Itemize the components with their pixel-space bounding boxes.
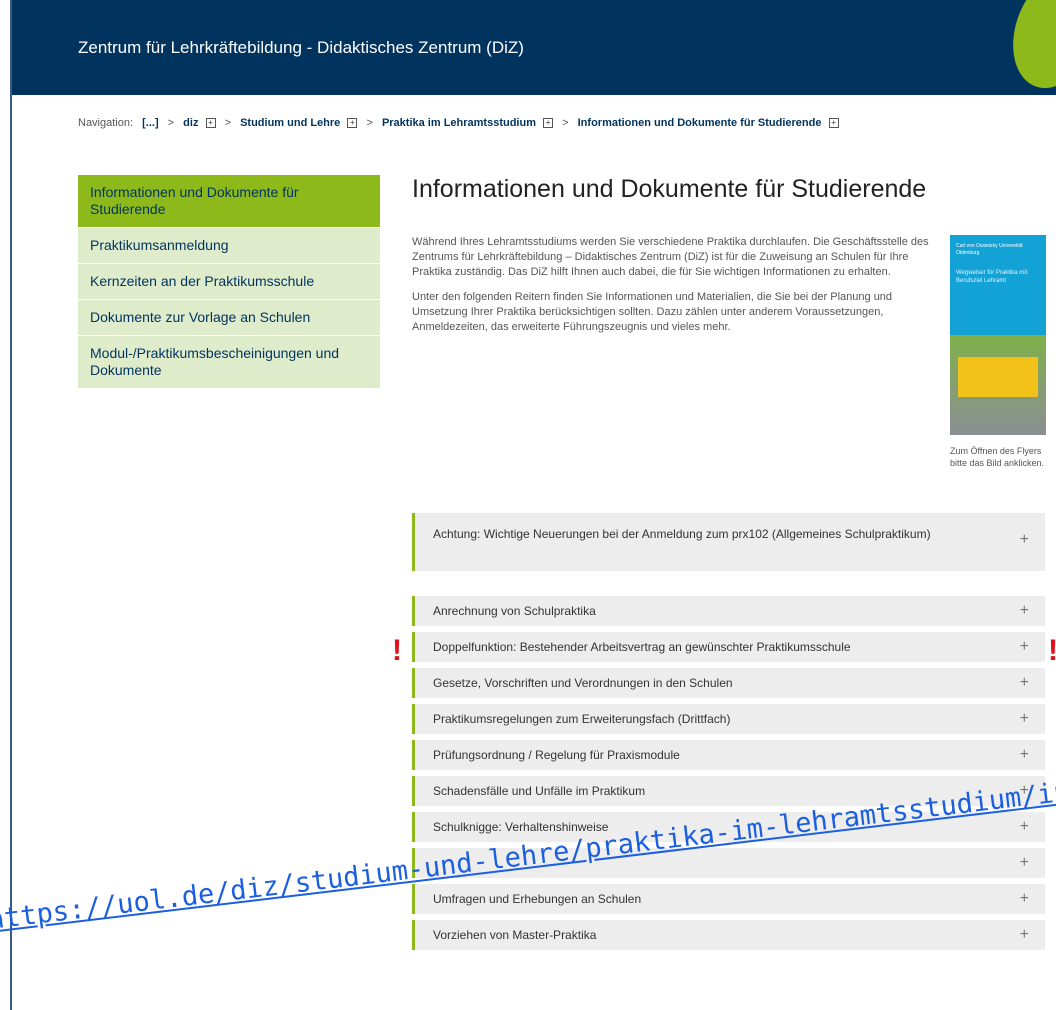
flyer-image[interactable]: Carl von Ossietzky Universität Oldenburg…	[950, 235, 1046, 435]
accordion-label: Gesetze, Vorschriften und Verordnungen i…	[433, 676, 733, 690]
sidebar-item-praktikumsanmeldung[interactable]: Praktikumsanmeldung	[78, 228, 380, 264]
flyer-sign-graphic	[958, 357, 1038, 397]
plus-icon[interactable]: +	[1020, 818, 1029, 836]
accordion-label: Doppelfunktion: Bestehender Arbeitsvertr…	[433, 640, 851, 654]
accordion-notice: Achtung: Wichtige Neuerungen bei der Anm…	[412, 513, 1045, 577]
plus-icon[interactable]: +	[1020, 602, 1029, 620]
accordion-item-erweiterungsfach[interactable]: Praktikumsregelungen zum Erweiterungsfac…	[412, 704, 1045, 734]
page-title: Informationen und Dokumente für Studiere…	[412, 175, 927, 203]
breadcrumb-item-current[interactable]: Informationen und Dokumente für Studiere…	[578, 117, 822, 129]
logo-accent-shape	[997, 0, 1056, 101]
sidebar-item-kernzeiten[interactable]: Kernzeiten an der Praktikumsschule	[78, 264, 380, 300]
accordion-label: Schulknigge: Verhaltenshinweise	[433, 820, 609, 834]
exclamation-mark-right: !	[1048, 634, 1056, 668]
accordion-label: Praktikumsregelungen zum Erweiterungsfac…	[433, 712, 731, 726]
plus-icon[interactable]: +	[1020, 638, 1029, 656]
intro-paragraph-1: Während Ihres Lehramtsstudiums werden Si…	[412, 236, 929, 278]
accordion-item-master-praktika[interactable]: Vorziehen von Master-Praktika +	[412, 920, 1045, 950]
accordion-item-doppelfunktion[interactable]: Doppelfunktion: Bestehender Arbeitsvertr…	[412, 632, 1045, 662]
intro-paragraph-2: Unter den folgenden Reitern finden Sie I…	[412, 291, 893, 333]
plus-icon[interactable]: +	[1020, 926, 1029, 944]
breadcrumb-item-diz[interactable]: diz	[183, 117, 198, 129]
sidebar-item-informationen[interactable]: Informationen und Dokumente für Studiere…	[78, 175, 380, 228]
accordion-item-gesetze[interactable]: Gesetze, Vorschriften und Verordnungen i…	[412, 668, 1045, 698]
plus-icon[interactable]: +	[1020, 531, 1029, 549]
accordion-label: Vorziehen von Master-Praktika	[433, 928, 597, 942]
breadcrumb-separator: >	[224, 117, 232, 129]
plus-icon[interactable]: +	[1020, 746, 1029, 764]
breadcrumb-separator: >	[167, 117, 175, 129]
breadcrumb-label: Navigation:	[78, 117, 134, 129]
accordion-label: Schadensfälle und Unfälle im Praktikum	[433, 784, 646, 798]
breadcrumb-item-root[interactable]: [...]	[142, 117, 159, 129]
flyer-caption: Zum Öffnen des Flyers bitte das Bild ank…	[950, 446, 1045, 468]
plus-icon[interactable]: +	[1020, 890, 1029, 908]
site-header: Zentrum für Lehrkräftebildung - Didaktis…	[12, 0, 1056, 101]
breadcrumb-separator: >	[366, 117, 373, 129]
frame-border	[10, 0, 12, 1010]
accordion-item-pruefungsordnung[interactable]: Prüfungsordnung / Regelung für Praxismod…	[412, 740, 1045, 770]
sidebar-item-dokumente-vorlage[interactable]: Dokumente zur Vorlage an Schulen	[78, 300, 380, 336]
accordion-item-umfragen[interactable]: Umfragen und Erhebungen an Schulen +	[412, 884, 1045, 914]
exclamation-mark-left: !	[392, 634, 402, 667]
accordion-label: Prüfungsordnung / Regelung für Praxismod…	[433, 748, 680, 762]
accordion-list: Anrechnung von Schulpraktika + Doppelfun…	[412, 596, 1045, 956]
expand-icon[interactable]: +	[205, 118, 216, 129]
expand-icon[interactable]: +	[828, 118, 839, 129]
accordion-label: Umfragen und Erhebungen an Schulen	[433, 892, 642, 906]
sidebar-item-bescheinigungen[interactable]: Modul-/Praktikumsbescheinigungen und Dok…	[78, 336, 380, 389]
sidebar-nav: Informationen und Dokumente für Studiere…	[78, 175, 380, 389]
expand-icon[interactable]: +	[347, 118, 358, 129]
breadcrumb-item-praktika[interactable]: Praktika im Lehramtsstudium	[382, 117, 536, 129]
accordion-label: Achtung: Wichtige Neuerungen bei der Anm…	[433, 527, 931, 541]
breadcrumb-separator: >	[562, 117, 569, 129]
expand-icon[interactable]: +	[543, 118, 554, 129]
plus-icon[interactable]: +	[1020, 854, 1029, 872]
main-content: Informationen und Dokumente für Studiere…	[412, 175, 1046, 468]
flyer-subtitle: Wegweiser für Praktika mit Berufsziel Le…	[956, 270, 1028, 284]
breadcrumb: Navigation: [...] > diz + > Studium und …	[78, 117, 839, 129]
site-title[interactable]: Zentrum für Lehrkräftebildung - Didaktis…	[78, 38, 524, 58]
accordion-item-anrechnung[interactable]: Anrechnung von Schulpraktika +	[412, 596, 1045, 626]
flyer-heading: Carl von Ossietzky Universität Oldenburg	[956, 243, 1023, 256]
plus-icon[interactable]: +	[1020, 674, 1029, 692]
intro-text: Während Ihres Lehramtsstudiums werden Si…	[412, 235, 940, 345]
accordion-label: Anrechnung von Schulpraktika	[433, 604, 596, 618]
accordion-item-notice[interactable]: Achtung: Wichtige Neuerungen bei der Anm…	[412, 513, 1045, 571]
breadcrumb-item-studium[interactable]: Studium und Lehre	[240, 117, 340, 129]
plus-icon[interactable]: +	[1020, 710, 1029, 728]
